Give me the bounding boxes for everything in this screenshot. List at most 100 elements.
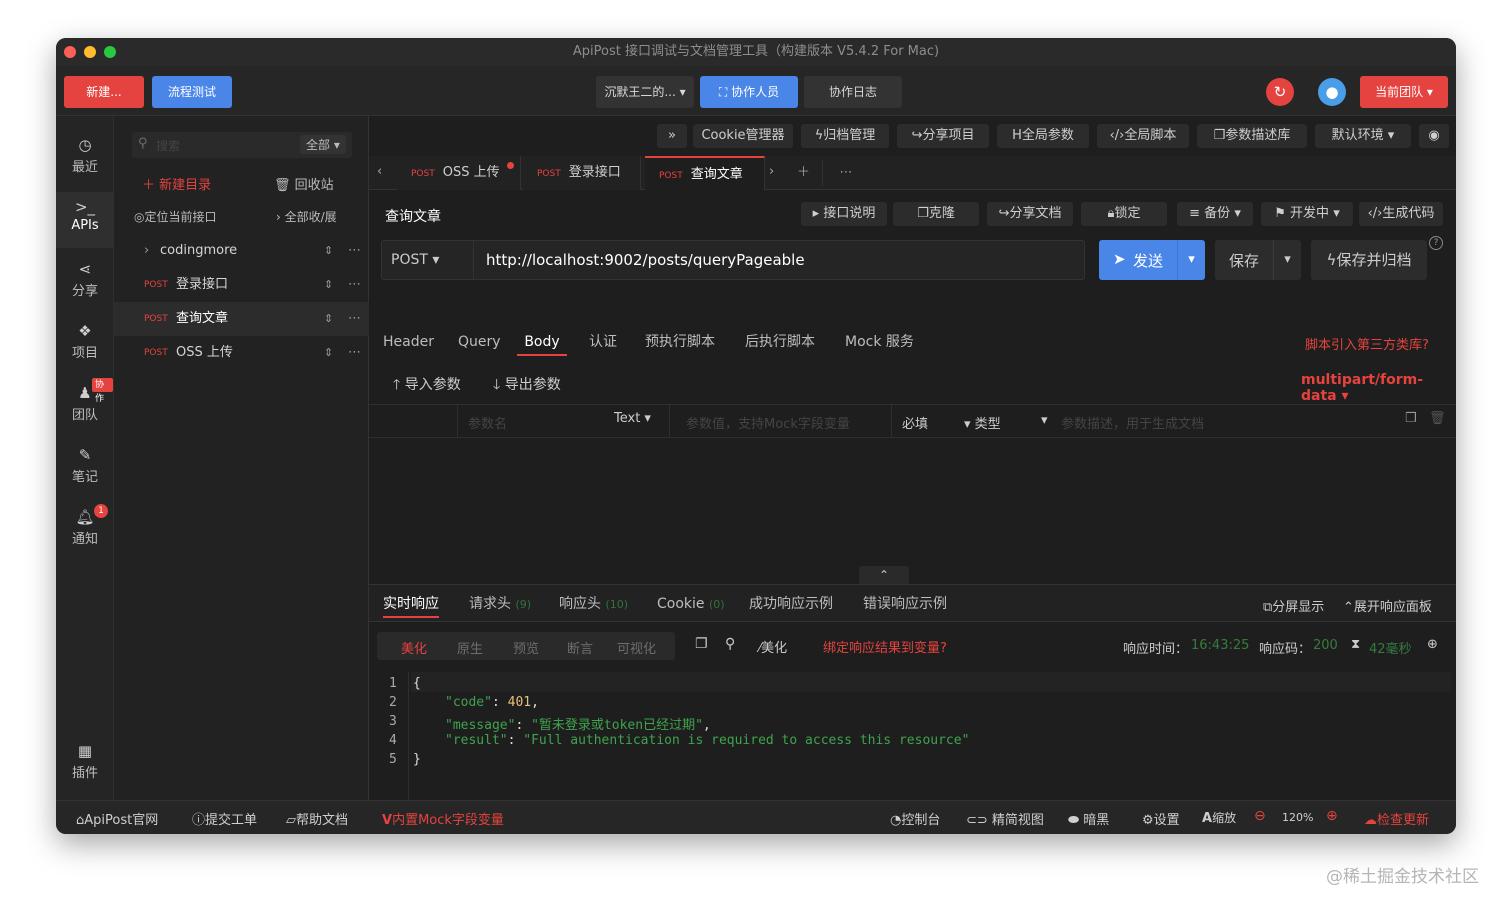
tab-pre-script[interactable]: 预执行脚本 (645, 328, 715, 356)
send-button[interactable]: ➤ 发送 ▾ (1099, 240, 1205, 280)
website-link[interactable]: ⌂ApiPost官网 (76, 809, 158, 828)
share-project-button[interactable]: ↪分享项目 (897, 124, 989, 148)
sort-icon[interactable]: ⇕ (324, 336, 333, 370)
compact-view-toggle[interactable]: ⊂⊃ 精简视图 (966, 809, 1044, 828)
recycle-bin-button[interactable]: 🗑︎ 回收站 (274, 174, 334, 193)
eye-icon[interactable]: ◉ (1419, 124, 1449, 148)
split-view-button[interactable]: ⧉分屏显示 (1263, 596, 1324, 615)
dark-mode-toggle[interactable]: ⬬ 暗黑 (1068, 809, 1109, 828)
view-assert[interactable]: 断言 (567, 638, 593, 657)
backup-button[interactable]: ≡ 备份 ▾ (1177, 202, 1253, 226)
sort-icon[interactable]: ⇕ (324, 268, 333, 302)
help-docs-link[interactable]: ▱帮助文档 (286, 809, 348, 828)
param-library-button[interactable]: ❒参数描述库 (1197, 124, 1307, 148)
required-select[interactable]: 必填 (902, 413, 928, 432)
expand-panel-button[interactable]: ⌃展开响应面板 (1343, 596, 1432, 615)
zoom-out-icon[interactable]: ⊖ (1254, 808, 1266, 824)
view-beautify[interactable]: 美化 (401, 638, 427, 657)
copy-icon[interactable]: ❐ (695, 636, 708, 652)
current-team-button[interactable]: 当前团队 ▾ (1360, 76, 1448, 108)
tab-query[interactable]: Query (458, 328, 501, 356)
tab-request-headers[interactable]: 请求头 (9) (469, 590, 531, 618)
tab-scroll-right-icon[interactable]: › (769, 164, 774, 179)
add-tab-icon[interactable]: ＋ (785, 160, 823, 186)
global-script-button[interactable]: ‹/›全局脚本 (1097, 124, 1189, 148)
beautify-button[interactable]: ⁄美化 (759, 637, 787, 656)
import-params-button[interactable]: 🡑 导入参数 (393, 374, 461, 398)
more-icon[interactable]: ⋯ (348, 336, 361, 370)
tab-auth[interactable]: 认证 (589, 328, 617, 356)
content-type-select[interactable]: multipart/form-data ▾ (1301, 372, 1456, 404)
sync-icon[interactable]: ↻ (1266, 78, 1294, 106)
tree-item-query-article[interactable]: POST 查询文章 ⇕ ⋯ (114, 302, 369, 336)
tab-error-example[interactable]: 错误响应示例 (863, 590, 947, 618)
expand-toolbar-button[interactable]: » (657, 124, 687, 148)
param-desc-input[interactable]: 参数描述，用于生成文档 (1061, 413, 1204, 432)
view-visual[interactable]: 可视化 (617, 638, 656, 657)
new-dir-button[interactable]: ＋ 新建目录 (142, 174, 211, 193)
gen-code-button[interactable]: ‹/›生成代码 (1359, 202, 1443, 226)
search-input[interactable]: 搜索 (156, 137, 180, 154)
tab-success-example[interactable]: 成功响应示例 (749, 590, 833, 618)
param-value-input[interactable]: 参数值，支持Mock字段变量 (686, 413, 850, 432)
collapse-all-button[interactable]: › 全部收/展 (276, 208, 337, 225)
tab-more-icon[interactable]: ⋯ (827, 160, 865, 186)
view-preview[interactable]: 预览 (513, 638, 539, 657)
more-icon[interactable]: ⋯ (348, 268, 361, 302)
response-body[interactable]: { "code": 401, "message": "暂未登录或token已经过… (411, 672, 1451, 800)
save-button[interactable]: 保存 ▾ (1215, 240, 1301, 280)
api-doc-button[interactable]: ▸ 接口说明 (801, 202, 887, 226)
user-avatar-icon[interactable]: ● (1318, 78, 1346, 106)
lock-button[interactable]: 🔒︎锁定 (1081, 202, 1167, 226)
tree-item-oss-upload[interactable]: POST OSS 上传 ⇕ ⋯ (114, 336, 369, 370)
more-icon[interactable]: ⋯ (348, 302, 361, 336)
nav-share[interactable]: ⋖ 分享 (56, 254, 114, 310)
save-dropdown-icon[interactable]: ▾ (1273, 240, 1301, 280)
zoom-in-icon[interactable]: ⊕ (1326, 808, 1338, 824)
trash-icon[interactable]: 🗑︎ (1429, 411, 1446, 426)
help-icon[interactable]: ? (1429, 236, 1443, 250)
tree-item-login[interactable]: POST 登录接口 ⇕ ⋯ (114, 268, 369, 302)
collab-log-button[interactable]: 协作日志 (804, 76, 902, 108)
download-icon[interactable]: ⊕ (1427, 637, 1438, 652)
save-archive-button[interactable]: ϟ保存并归档 (1311, 240, 1427, 280)
tree-search[interactable]: ⚲ 搜索 全部 ▾ (132, 132, 352, 158)
more-icon[interactable]: ⋯ (348, 234, 361, 268)
third-party-lib-link[interactable]: 脚本引入第三方类库? (1305, 334, 1429, 353)
collapse-handle-icon[interactable]: ⌃ (859, 566, 909, 584)
project-select[interactable]: 沉默王二的... ▾ (596, 76, 694, 108)
env-select[interactable]: 默认环境 ▾ (1315, 124, 1411, 148)
tab-post-script[interactable]: 后执行脚本 (745, 328, 815, 356)
param-name-input[interactable]: 参数名 (468, 413, 507, 432)
tab-scroll-left-icon[interactable]: ‹ (377, 164, 382, 179)
status-select[interactable]: ⚑ 开发中 ▾ (1261, 202, 1353, 226)
locate-current-button[interactable]: ◎定位当前接口 (134, 208, 217, 225)
tab-query-article[interactable]: POST 查询文章 (645, 156, 765, 190)
ticket-link[interactable]: ⓘ提交工单 (192, 809, 257, 828)
tab-body[interactable]: Body (517, 328, 567, 356)
nav-apis[interactable]: >_ APIs (56, 192, 114, 248)
share-doc-button[interactable]: ↪分享文档 (987, 202, 1073, 226)
url-input[interactable]: http://localhost:9002/posts/queryPageabl… (473, 240, 1083, 280)
tab-oss-upload[interactable]: POST OSS 上传 (397, 156, 521, 190)
global-params-button[interactable]: H全局参数 (997, 124, 1089, 148)
tab-login[interactable]: POST 登录接口 (523, 156, 641, 190)
check-update-button[interactable]: ☁检查更新 (1364, 809, 1429, 828)
desc-caret-icon[interactable]: ▾ (1041, 413, 1048, 428)
settings-button[interactable]: ⚙设置 (1142, 809, 1180, 828)
nav-plugins[interactable]: ▦ 插件 (56, 736, 114, 792)
sort-icon[interactable]: ⇕ (324, 302, 333, 336)
send-dropdown-icon[interactable]: ▾ (1177, 240, 1205, 280)
type-select[interactable]: ▾ 类型 (964, 413, 1001, 432)
export-params-button[interactable]: 🡓 导出参数 (493, 374, 561, 398)
tab-mock[interactable]: Mock 服务 (845, 328, 914, 356)
collaborators-button[interactable]: ⛶ 协作人员 (700, 76, 798, 108)
search-icon[interactable]: ⚲ (725, 636, 735, 652)
tab-live-response[interactable]: 实时响应 (383, 590, 439, 618)
bind-variable-link[interactable]: 绑定响应结果到变量? (823, 637, 947, 656)
mock-vars-link[interactable]: V内置Mock字段变量 (382, 809, 504, 828)
cube-icon[interactable]: ❒ (1405, 411, 1417, 426)
cookie-manager-button[interactable]: Cookie管理器 (693, 124, 793, 148)
flow-test-button[interactable]: 流程测试 (152, 76, 232, 108)
method-select[interactable]: POST ▾ (391, 240, 471, 280)
